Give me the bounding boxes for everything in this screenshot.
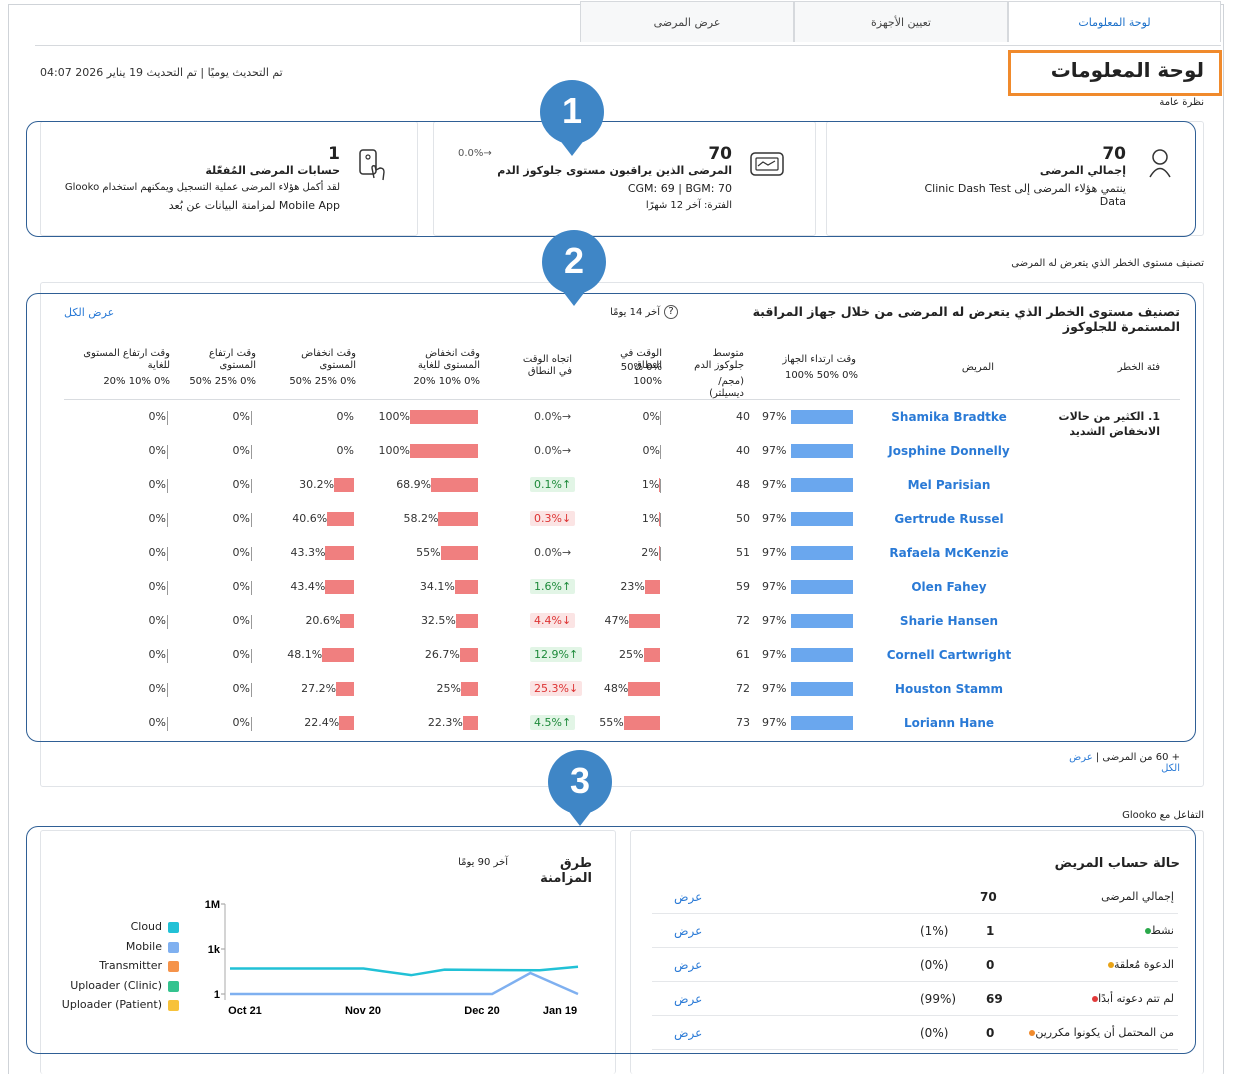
tab-device-assignment[interactable]: تعيين الأجهزة xyxy=(794,1,1008,42)
glooko-section-label: التفاعل مع Glooko xyxy=(1122,810,1204,821)
tab-label: عرض المرضى xyxy=(653,15,721,29)
risk-section-label: تصنيف مستوى الخطر الذي يتعرض له المرضى xyxy=(1011,258,1204,269)
tab-label: لوحة المعلومات xyxy=(1078,15,1151,29)
tab-dashboard[interactable]: لوحة المعلومات xyxy=(1008,1,1221,43)
legend-label: Mobile xyxy=(125,939,162,953)
legend-label: Uploader (Patient) xyxy=(61,998,162,1011)
callout-number: 1 xyxy=(561,90,583,131)
legend-label: Cloud xyxy=(130,920,162,933)
callout-pin-1: 1 xyxy=(540,80,604,160)
legend-swatch xyxy=(168,980,179,992)
legend-swatch xyxy=(168,961,179,972)
callout-number: 2 xyxy=(563,240,585,281)
tab-divider xyxy=(35,45,1221,46)
callout-box-2 xyxy=(26,293,1196,742)
callout-pin-2: 2 xyxy=(542,230,606,310)
dashboard-page: { "tabs": [ {"label": "لوحة المعلومات", … xyxy=(0,0,1234,1074)
overview-label: نظرة عامة xyxy=(1159,97,1204,108)
callout-pin-3: 3 xyxy=(548,750,612,830)
legend-label: Transmitter xyxy=(99,959,162,972)
callout-box-1 xyxy=(26,121,1196,237)
callout-number: 3 xyxy=(569,760,591,801)
more-patients-text: + 60 من المرضى | xyxy=(1092,752,1180,763)
legend-swatch xyxy=(168,922,179,933)
legend-label: Uploader (Clinic) xyxy=(70,978,162,992)
more-patients: + 60 من المرضى | عرض الكل xyxy=(1060,752,1180,774)
callout-box-3 xyxy=(26,826,1196,1054)
legend-swatch xyxy=(168,941,179,953)
legend-swatch xyxy=(168,1000,179,1011)
tab-patients-view[interactable]: عرض المرضى xyxy=(580,1,794,42)
update-info: تم التحديث يوميًا | تم التحديث 19 يناير … xyxy=(40,66,283,79)
tab-label: تعيين الأجهزة xyxy=(871,15,931,29)
title-highlight xyxy=(1008,50,1222,96)
